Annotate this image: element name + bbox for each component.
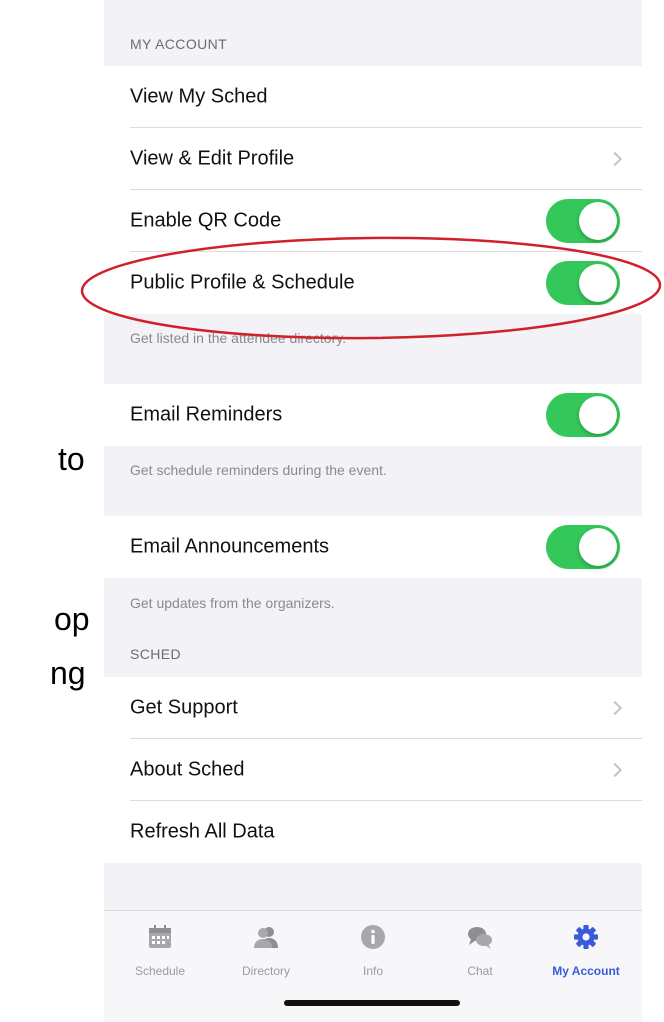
row-get-support[interactable]: Get Support bbox=[104, 677, 642, 739]
section-header-sched: SCHED bbox=[130, 646, 182, 662]
public-profile-toggle[interactable] bbox=[546, 261, 620, 305]
gear-icon bbox=[574, 925, 598, 949]
tab-label: Directory bbox=[241, 964, 290, 978]
email-reminders-note: Get schedule reminders during the event. bbox=[130, 462, 387, 478]
toggle-knob bbox=[579, 396, 617, 434]
row-label: Enable QR Code bbox=[130, 209, 282, 232]
background-text-fragment: op bbox=[54, 601, 90, 637]
chat-icon bbox=[468, 927, 492, 949]
row-view-my-sched[interactable]: View My Sched bbox=[104, 66, 642, 128]
tab-label: Schedule bbox=[134, 964, 186, 978]
info-icon bbox=[361, 925, 385, 949]
row-label: Public Profile & Schedule bbox=[130, 271, 355, 294]
home-indicator bbox=[284, 1000, 460, 1006]
row-label: View & Edit Profile bbox=[130, 147, 295, 170]
row-label: Refresh All Data bbox=[130, 820, 275, 843]
tab-info[interactable]: Info bbox=[325, 923, 421, 978]
section-header-my-account: MY ACCOUNT bbox=[130, 36, 228, 52]
enable-qr-code-toggle[interactable] bbox=[546, 199, 620, 243]
tab-directory[interactable]: Directory bbox=[218, 923, 314, 978]
toggle-knob bbox=[579, 264, 617, 302]
row-label: Get Support bbox=[130, 696, 238, 719]
tab-my-account[interactable]: My Account bbox=[538, 923, 634, 978]
email-announcements-toggle[interactable] bbox=[546, 525, 620, 569]
calendar-icon bbox=[149, 925, 171, 948]
email-announcements-note: Get updates from the organizers. bbox=[130, 595, 335, 611]
row-about-sched[interactable]: About Sched bbox=[104, 739, 642, 801]
chevron-right-icon bbox=[607, 151, 623, 167]
tab-chat[interactable]: Chat bbox=[432, 923, 528, 978]
row-enable-qr-code: Enable QR Code bbox=[104, 190, 642, 252]
row-view-edit-profile[interactable]: View & Edit Profile bbox=[104, 128, 642, 190]
row-refresh-all-data[interactable]: Refresh All Data bbox=[104, 801, 642, 863]
people-icon bbox=[254, 927, 278, 948]
row-label: View My Sched bbox=[130, 85, 268, 108]
row-public-profile: Public Profile & Schedule bbox=[104, 252, 642, 314]
toggle-knob bbox=[579, 528, 617, 566]
tab-label: Chat bbox=[467, 964, 493, 978]
tab-label: Info bbox=[362, 964, 383, 978]
phone-screen: MY ACCOUNT View My Sched View & Edit Pro… bbox=[104, 0, 642, 1022]
background-text-fragment: to bbox=[58, 441, 85, 477]
chevron-right-icon bbox=[607, 762, 623, 778]
row-label: About Sched bbox=[130, 758, 245, 781]
row-email-reminders: Email Reminders bbox=[104, 384, 642, 446]
toggle-knob bbox=[579, 202, 617, 240]
chevron-right-icon bbox=[607, 700, 623, 716]
row-email-announcements: Email Announcements bbox=[104, 516, 642, 578]
tab-schedule[interactable]: Schedule bbox=[112, 923, 208, 978]
row-label: Email Announcements bbox=[130, 535, 330, 558]
email-reminders-toggle[interactable] bbox=[546, 393, 620, 437]
tab-label: My Account bbox=[552, 964, 620, 978]
background-text-fragment: ng bbox=[50, 655, 86, 691]
public-profile-note: Get listed in the attendee directory. bbox=[130, 330, 347, 346]
row-label: Email Reminders bbox=[130, 403, 283, 426]
